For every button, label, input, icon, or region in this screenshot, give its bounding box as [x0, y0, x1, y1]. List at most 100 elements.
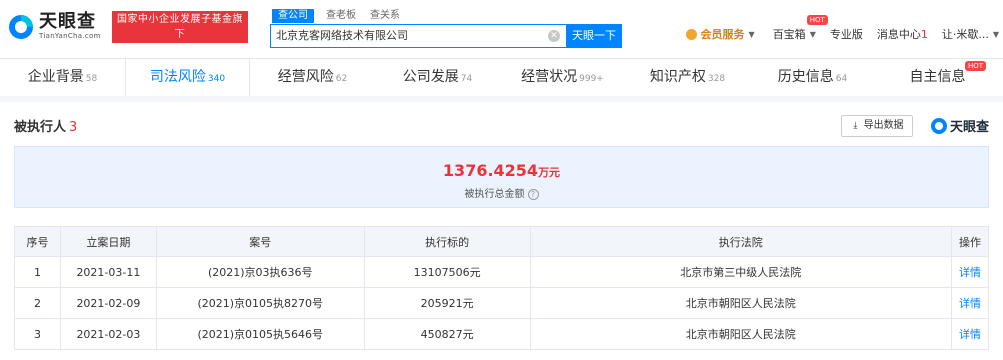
logo-text: 天眼查 — [39, 11, 96, 32]
tab-judicial-risk[interactable]: 司法风险 340 — [125, 59, 250, 96]
tab-label: 经营风险 — [277, 69, 334, 85]
tab-label: 历史信息 — [777, 69, 834, 85]
search-tab-company[interactable]: 查公司 — [272, 9, 314, 23]
tab-enterprise-background[interactable]: 企业背景 58 — [0, 59, 125, 96]
executed-person-section: 被执行人 3 ⤓ 导出数据 天眼查 1376.4254万元 被执行总金额? 序号 … — [0, 102, 1003, 360]
section-title-text: 被执行人 — [14, 120, 67, 135]
column-header: 序号 — [14, 226, 61, 257]
column-header: 案号 — [155, 226, 365, 257]
top-nav: 会员服务 ▼ 百宝箱 ▼ HOT 专业版 消息中心 1 让·米歇... ▼ — [685, 15, 1003, 42]
tab-count: 58 — [85, 74, 98, 84]
tab-label: 自主信息 — [909, 69, 966, 85]
download-icon: ⤓ — [853, 121, 858, 131]
table-row: 2 2021-02-09 (2021)京0105执8270号 205921元 北… — [14, 287, 989, 319]
tab-label: 知识产权 — [649, 69, 706, 85]
total-amount-value: 1376.4254 — [442, 161, 539, 180]
site-logo[interactable]: 天眼查 TianYanCha.com — [8, 12, 101, 41]
tab-count: 74 — [460, 74, 473, 84]
message-count: 1 — [920, 27, 928, 41]
table-row: 1 2021-03-11 (2021)京03执636号 13107506元 北京… — [14, 256, 989, 288]
tab-count: 328 — [707, 74, 726, 84]
hot-badge: HOT — [964, 61, 986, 71]
tab-intellectual-property[interactable]: 知识产权 328 — [625, 59, 750, 96]
case-number: (2021)京03执636号 — [155, 256, 365, 288]
message-label: 消息中心 — [876, 28, 921, 41]
court-name: 北京市朝阳区人民法院 — [529, 287, 953, 319]
table-header-row: 序号 立案日期 案号 执行标的 执行法院 操作 — [14, 226, 989, 257]
tab-self-info[interactable]: 自主信息 HOT — [875, 59, 1000, 96]
tab-label: 司法风险 — [149, 69, 206, 85]
section-title: 被执行人 3 — [14, 116, 77, 135]
treasure-box-menu[interactable]: 百宝箱 ▼ HOT — [773, 15, 828, 42]
detail-link[interactable]: 详情 — [951, 318, 989, 350]
detail-link[interactable]: 详情 — [951, 287, 989, 319]
detail-link[interactable]: 详情 — [951, 256, 989, 288]
execution-amount: 450827元 — [363, 318, 531, 350]
badge-line-1: 国家中小企业发展子基金旗下 — [117, 14, 243, 40]
section-header: 被执行人 3 ⤓ 导出数据 天眼查 — [14, 102, 989, 146]
tab-company-development[interactable]: 公司发展 74 — [375, 59, 500, 96]
pro-version-link[interactable]: 专业版 — [830, 26, 863, 42]
hot-badge: HOT — [806, 15, 828, 25]
chevron-down-icon: ▼ — [748, 29, 755, 39]
column-header: 操作 — [951, 226, 989, 257]
row-index: 3 — [14, 318, 61, 350]
executed-person-table: 序号 立案日期 案号 执行标的 执行法院 操作 1 2021-03-11 (20… — [14, 226, 989, 350]
vip-label: 会员服务 — [700, 28, 745, 41]
column-header: 执行标的 — [363, 226, 531, 257]
tab-count: 62 — [335, 74, 348, 84]
clear-icon[interactable]: ✕ — [548, 30, 560, 42]
total-amount-label: 被执行总金额 — [464, 189, 525, 200]
search-input[interactable]: 北京克客网络技术有限公司 ✕ — [270, 24, 566, 48]
tab-label: 经营状况 — [521, 69, 578, 85]
filing-date: 2021-03-11 — [59, 256, 157, 288]
column-header: 执行法院 — [529, 226, 953, 257]
column-header: 立案日期 — [59, 226, 157, 257]
tab-count: 340 — [207, 74, 226, 84]
row-index: 1 — [14, 256, 61, 288]
vip-icon — [685, 28, 697, 40]
brand-watermark: 天眼查 — [930, 116, 989, 135]
section-count: 3 — [69, 120, 78, 135]
execution-amount: 205921元 — [363, 287, 531, 319]
filing-date: 2021-02-09 — [59, 287, 157, 319]
chevron-down-icon: ▼ — [992, 29, 999, 39]
tianyancha-logo-icon — [930, 117, 947, 134]
execution-amount: 13107506元 — [363, 256, 531, 288]
search-tab-relation[interactable]: 查关系 — [370, 9, 400, 23]
filing-date: 2021-02-03 — [59, 318, 157, 350]
logo-domain: TianYanCha.com — [39, 32, 101, 40]
brand-text: 天眼查 — [949, 120, 989, 135]
search-type-tabs: 查公司 查老板 查关系 — [272, 9, 414, 23]
export-label: 导出数据 — [863, 120, 904, 131]
court-name: 北京市第三中级人民法院 — [529, 256, 953, 288]
export-data-button[interactable]: ⤓ 导出数据 — [841, 115, 913, 137]
total-amount-summary: 1376.4254万元 被执行总金额? — [14, 146, 989, 208]
main-tabs: 企业背景 58 司法风险 340 经营风险 62 公司发展 74 经营状况 999+ 知识… — [0, 58, 1003, 96]
official-badge[interactable]: 国家中小企业发展子基金旗下 官方备案企业征信机构 — [112, 11, 248, 55]
vip-service-menu[interactable]: 会员服务 ▼ — [685, 26, 755, 42]
tab-label: 公司发展 — [402, 69, 459, 85]
user-menu[interactable]: 让·米歇... ▼ — [942, 26, 999, 42]
badge-line-2: 官方备案企业征信机构 — [127, 44, 233, 55]
tab-count: 64 — [835, 74, 848, 84]
tab-count: 999+ — [579, 74, 604, 84]
chevron-down-icon: ▼ — [809, 29, 816, 39]
court-name: 北京市朝阳区人民法院 — [529, 318, 953, 350]
search-button[interactable]: 天眼一下 — [566, 24, 622, 48]
table-row: 3 2021-02-03 (2021)京0105执5646号 450827元 北… — [14, 318, 989, 350]
total-amount-unit: 万元 — [538, 166, 561, 179]
tab-business-risk[interactable]: 经营风险 62 — [250, 59, 375, 96]
search-input-value: 北京克客网络技术有限公司 — [276, 29, 408, 42]
row-index: 2 — [14, 287, 61, 319]
message-center-link[interactable]: 消息中心 1 — [877, 26, 928, 42]
search-tab-boss[interactable]: 查老板 — [326, 9, 356, 23]
search-bar: 北京克客网络技术有限公司 ✕ 天眼一下 — [270, 24, 622, 48]
tianyancha-logo-icon — [9, 14, 33, 39]
case-number: (2021)京0105执5646号 — [155, 318, 365, 350]
help-icon[interactable]: ? — [527, 189, 539, 200]
tab-business-status[interactable]: 经营状况 999+ — [500, 59, 625, 96]
header: 天眼查 TianYanCha.com 国家中小企业发展子基金旗下 官方备案企业征… — [0, 0, 1003, 58]
tab-history[interactable]: 历史信息 64 — [750, 59, 875, 96]
case-number: (2021)京0105执8270号 — [155, 287, 365, 319]
